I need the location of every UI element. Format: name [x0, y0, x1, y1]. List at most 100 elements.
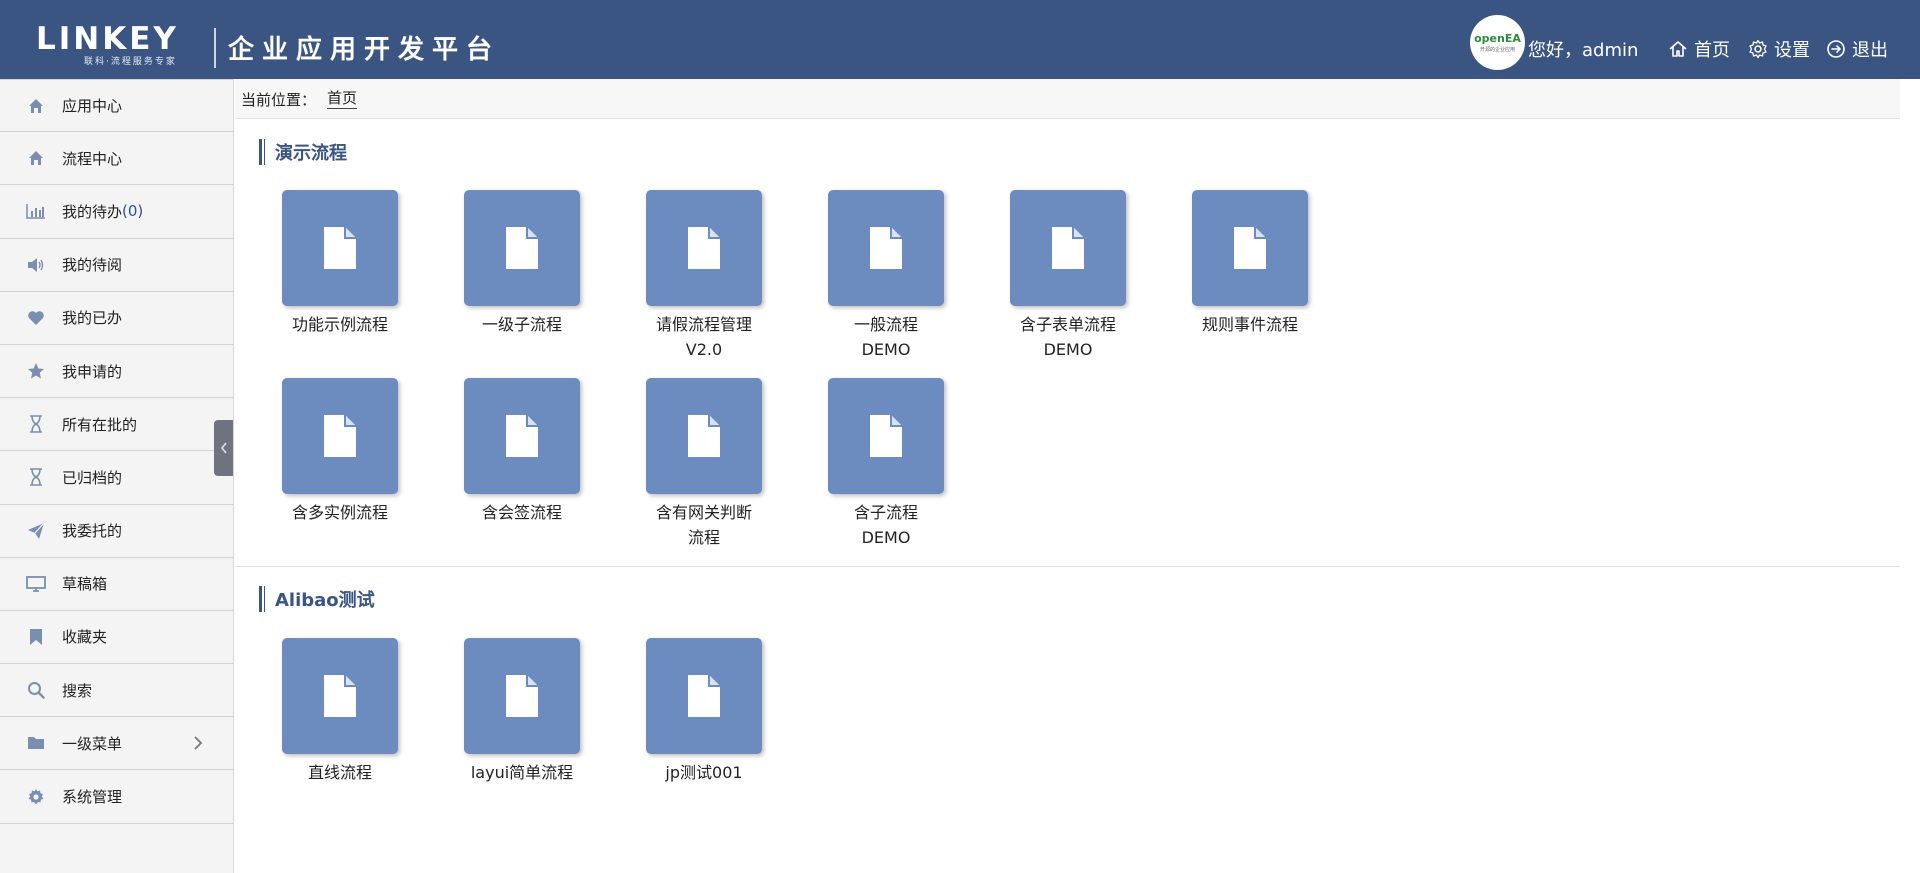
bookmark-icon — [26, 627, 46, 647]
monitor-icon — [26, 574, 46, 594]
document-icon — [688, 227, 720, 269]
sidebar-item-label: 我的待阅 — [62, 256, 123, 275]
linkey-logo[interactable]: LINKEY 联科·流程服务专家 — [36, 21, 206, 67]
document-icon — [1052, 227, 1084, 269]
gear-outline-icon — [1749, 39, 1767, 59]
settings-link[interactable]: 设置 — [1748, 36, 1810, 62]
tile-label: 含多实例流程 — [291, 503, 388, 522]
tile-icon-box — [828, 190, 944, 306]
home-link-label: 首页 — [1694, 40, 1730, 61]
section-title: Alibao测试 — [259, 586, 375, 612]
home-link[interactable]: 首页 — [1668, 36, 1730, 62]
sidebar-item-label: 我委托的 — [62, 522, 123, 541]
logo-text: LINKEY — [36, 21, 179, 57]
tile-label: 直线流程 — [307, 763, 372, 782]
sidebar-item-label: 流程中心 — [62, 149, 123, 168]
tile-label: 功能示例流程 — [291, 315, 388, 334]
tile-icon-box — [646, 190, 762, 306]
sidebar-item-archived[interactable]: 已归档的 — [0, 451, 233, 505]
sidebar-item-my-toread[interactable]: 我的待阅 — [0, 239, 233, 292]
avatar-logo-text: openEA — [1474, 32, 1521, 45]
sidebar-item-label: 搜索 — [62, 681, 93, 700]
tile-label: 含会签流程 — [481, 503, 562, 522]
home-outline-icon — [1669, 41, 1687, 57]
sidebar-item-label: 系统管理 — [62, 788, 123, 807]
process-tile[interactable]: 规则事件流程 — [1191, 190, 1309, 337]
star-icon — [26, 361, 46, 381]
sidebar-item-search[interactable]: 搜索 — [0, 664, 233, 718]
hourglass-icon — [26, 414, 46, 434]
folder-icon — [26, 733, 46, 753]
sidebar-item-my-applied[interactable]: 我申请的 — [0, 345, 233, 399]
tile-icon-box — [828, 378, 944, 494]
tile-label: 含子表单流程DEMO — [1019, 315, 1116, 359]
tile-icon-box — [646, 638, 762, 754]
sidebar-item-process-center[interactable]: 流程中心 — [0, 132, 233, 186]
logo-tagline: 联科·流程服务专家 — [84, 57, 177, 67]
tile-icon-box — [464, 378, 580, 494]
process-tile[interactable]: 功能示例流程 — [281, 190, 399, 337]
document-icon — [324, 227, 356, 269]
tile-label: 一般流程DEMO — [853, 315, 918, 359]
sidebar-item-app-center[interactable]: 应用中心 — [0, 79, 233, 133]
logout-link[interactable]: 退出 — [1826, 36, 1888, 62]
process-tile[interactable]: 含会签流程 — [463, 378, 581, 525]
sidebar-item-system-admin[interactable]: 系统管理 — [0, 770, 233, 824]
process-tile[interactable]: 含子表单流程DEMO — [1009, 190, 1127, 362]
tile-label: layui简单流程 — [470, 763, 574, 782]
sidebar-item-label: 我的已办 — [62, 309, 123, 328]
breadcrumb-home-link[interactable]: 首页 — [327, 89, 358, 109]
tile-label: 含子流程DEMO — [853, 503, 918, 547]
home-icon — [26, 96, 46, 116]
process-tile[interactable]: 一般流程DEMO — [827, 190, 945, 362]
sidebar-item-label: 一级菜单 — [62, 734, 123, 753]
tile-label: 规则事件流程 — [1201, 315, 1298, 334]
sidebar-item-label: 我的待办 — [62, 202, 123, 221]
settings-link-label: 设置 — [1774, 40, 1810, 61]
chevron-right-icon — [193, 735, 203, 754]
process-tile[interactable]: jp测试001 — [645, 638, 763, 785]
process-tile[interactable]: layui简单流程 — [463, 638, 581, 785]
process-tile[interactable]: 请假流程管理V2.0 — [645, 190, 763, 362]
header-divider — [214, 28, 216, 68]
sidebar-item-all-in-approval[interactable]: 所有在批的 — [0, 398, 233, 452]
heart-icon — [26, 308, 46, 328]
sidebar-item-label: 收藏夹 — [62, 628, 108, 647]
tile-icon-box — [646, 378, 762, 494]
breadcrumb: 当前位置： 首页 — [235, 79, 1900, 119]
sidebar-item-label: 已归档的 — [62, 468, 123, 487]
section-title: 演示流程 — [259, 139, 347, 165]
hourglass-icon — [26, 467, 46, 487]
search-icon — [26, 680, 46, 700]
tile-label: 请假流程管理V2.0 — [655, 315, 752, 359]
tile-icon-box — [1010, 190, 1126, 306]
sidebar-item-favorites[interactable]: 收藏夹 — [0, 611, 233, 665]
document-icon — [506, 415, 538, 457]
tile-icon-box — [282, 190, 398, 306]
sidebar-collapse-toggle[interactable] — [214, 420, 233, 476]
tile-icon-box — [464, 638, 580, 754]
chevron-left-icon — [220, 442, 227, 454]
document-icon — [506, 227, 538, 269]
user-greeting: 您好，admin — [1528, 40, 1639, 61]
document-icon — [688, 415, 720, 457]
tile-icon-box — [282, 378, 398, 494]
document-icon — [688, 675, 720, 717]
avatar[interactable]: openEA 开源的企业应用 — [1470, 15, 1525, 70]
sidebar-item-my-todo[interactable]: 我的待办 (0) — [0, 185, 233, 239]
process-tile[interactable]: 含子流程DEMO — [827, 378, 945, 550]
sidebar-item-level1-menu[interactable]: 一级菜单 — [0, 717, 233, 771]
process-tile[interactable]: 含有网关判断流程 — [645, 378, 763, 550]
process-tile[interactable]: 直线流程 — [281, 638, 399, 785]
sidebar-item-delegated[interactable]: 我委托的 — [0, 505, 233, 558]
section-accent-bar — [259, 586, 265, 612]
document-icon — [506, 675, 538, 717]
sidebar-item-label: 应用中心 — [62, 97, 123, 116]
document-icon — [870, 415, 902, 457]
process-tile[interactable]: 含多实例流程 — [281, 378, 399, 525]
tile-label: 一级子流程 — [481, 315, 562, 334]
process-tile[interactable]: 一级子流程 — [463, 190, 581, 337]
sidebar-item-drafts[interactable]: 草稿箱 — [0, 558, 233, 611]
sidebar-item-label: 我申请的 — [62, 362, 123, 381]
sidebar-item-my-done[interactable]: 我的已办 — [0, 292, 233, 345]
